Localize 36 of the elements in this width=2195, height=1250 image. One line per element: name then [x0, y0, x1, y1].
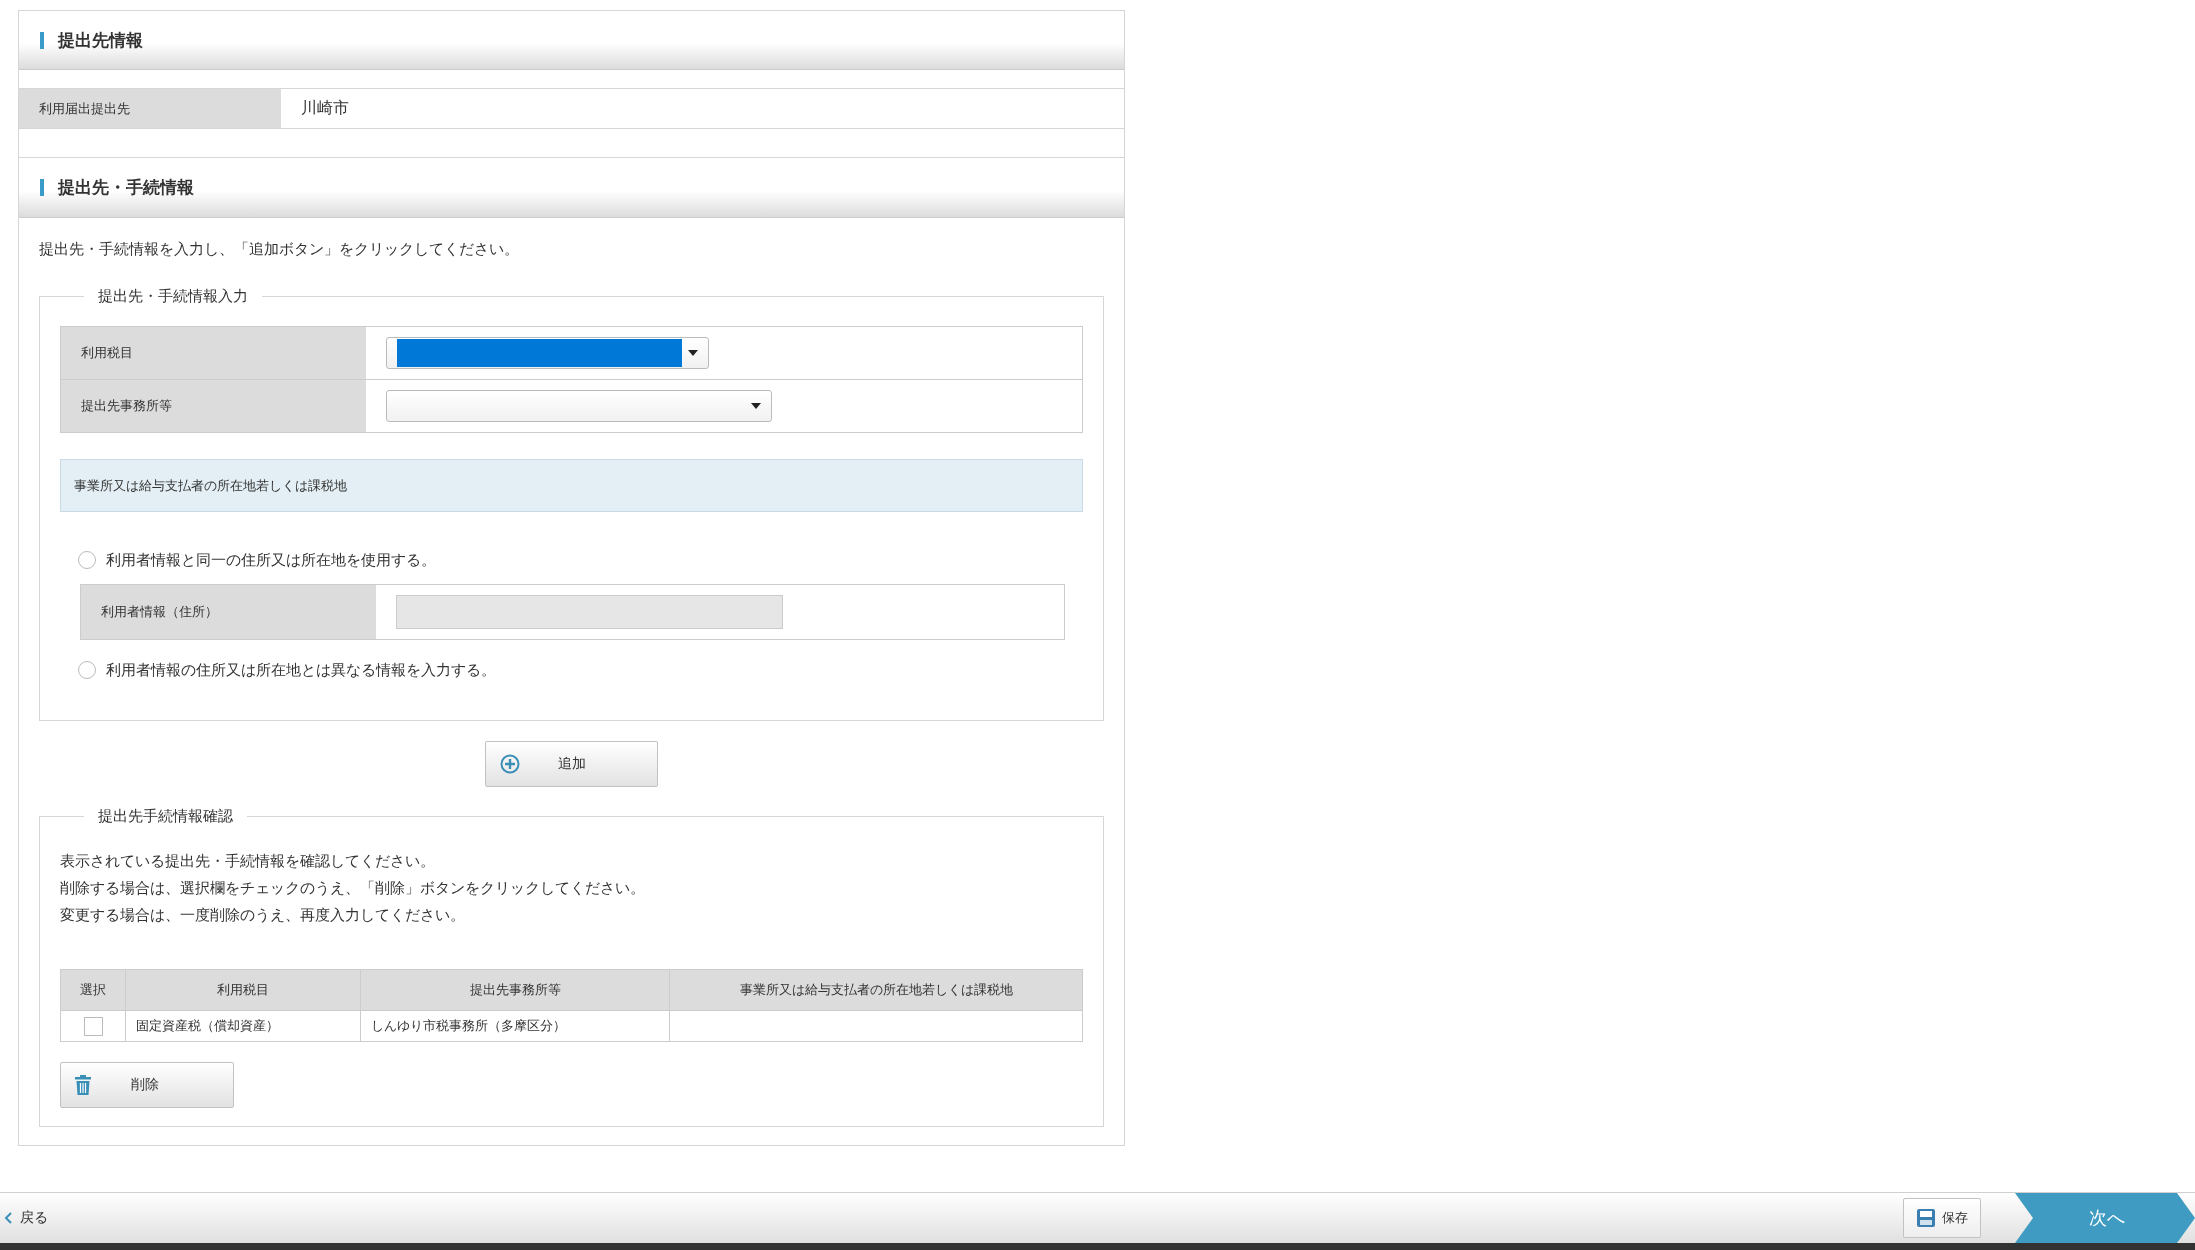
table-cell: 固定資産税（償却資産） — [125, 1010, 361, 1042]
delete-button[interactable]: 削除 — [60, 1062, 234, 1108]
subheading-band: 事業所又は給与支払者の所在地若しくは課税地 — [60, 459, 1083, 512]
radio-button[interactable] — [78, 551, 96, 569]
field-value: 川崎市 — [300, 97, 349, 119]
trash-icon — [75, 1075, 91, 1095]
group-legend: 提出先手続情報確認 — [84, 807, 247, 826]
dropdown[interactable] — [386, 337, 709, 369]
section-title: 提出先情報 — [58, 28, 143, 52]
field-label: 利用者情報（住所） — [81, 585, 376, 639]
column-header: 提出先事務所等 — [360, 969, 670, 1011]
caret-icon — [688, 350, 698, 356]
radio-label[interactable]: 利用者情報と同一の住所又は所在地を使用する。 — [106, 550, 436, 570]
caret-icon — [751, 403, 761, 409]
back-link[interactable]: 戻る — [0, 1209, 48, 1227]
instruction-text: 削除する場合は、選択欄をチェックのうえ、「削除」ボタンをクリックしてください。 — [60, 878, 646, 899]
instruction-text: 変更する場合は、一度削除のうえ、再度入力してください。 — [60, 905, 466, 926]
table-cell: しんゆり市税事務所（多摩区分） — [360, 1010, 670, 1042]
instruction-text: 提出先・手続情報を入力し、「追加ボタン」をクリックしてください。 — [39, 240, 520, 259]
chevron-left-icon — [4, 1212, 12, 1224]
radio-label[interactable]: 利用者情報の住所又は所在地とは異なる情報を入力する。 — [106, 660, 496, 680]
column-header: 事業所又は給与支払者の所在地若しくは課税地 — [669, 969, 1083, 1011]
field-label: 利用税目 — [61, 327, 366, 379]
instruction-text: 表示されている提出先・手続情報を確認してください。 — [60, 851, 436, 872]
column-header: 利用税目 — [125, 969, 361, 1011]
radio-button[interactable] — [78, 661, 96, 679]
plus-circle-icon — [500, 754, 520, 774]
dropdown[interactable] — [386, 390, 772, 422]
field-label: 利用届出提出先 — [19, 89, 281, 128]
add-button[interactable]: 追加 — [485, 741, 658, 787]
save-button[interactable]: 保存 — [1903, 1198, 1981, 1238]
section-title: 提出先・手続情報 — [58, 176, 194, 199]
checkbox[interactable] — [83, 1016, 103, 1036]
field-label: 提出先事務所等 — [61, 380, 366, 432]
group-legend: 提出先・手続情報入力 — [84, 287, 262, 306]
column-header: 選択 — [60, 969, 126, 1011]
